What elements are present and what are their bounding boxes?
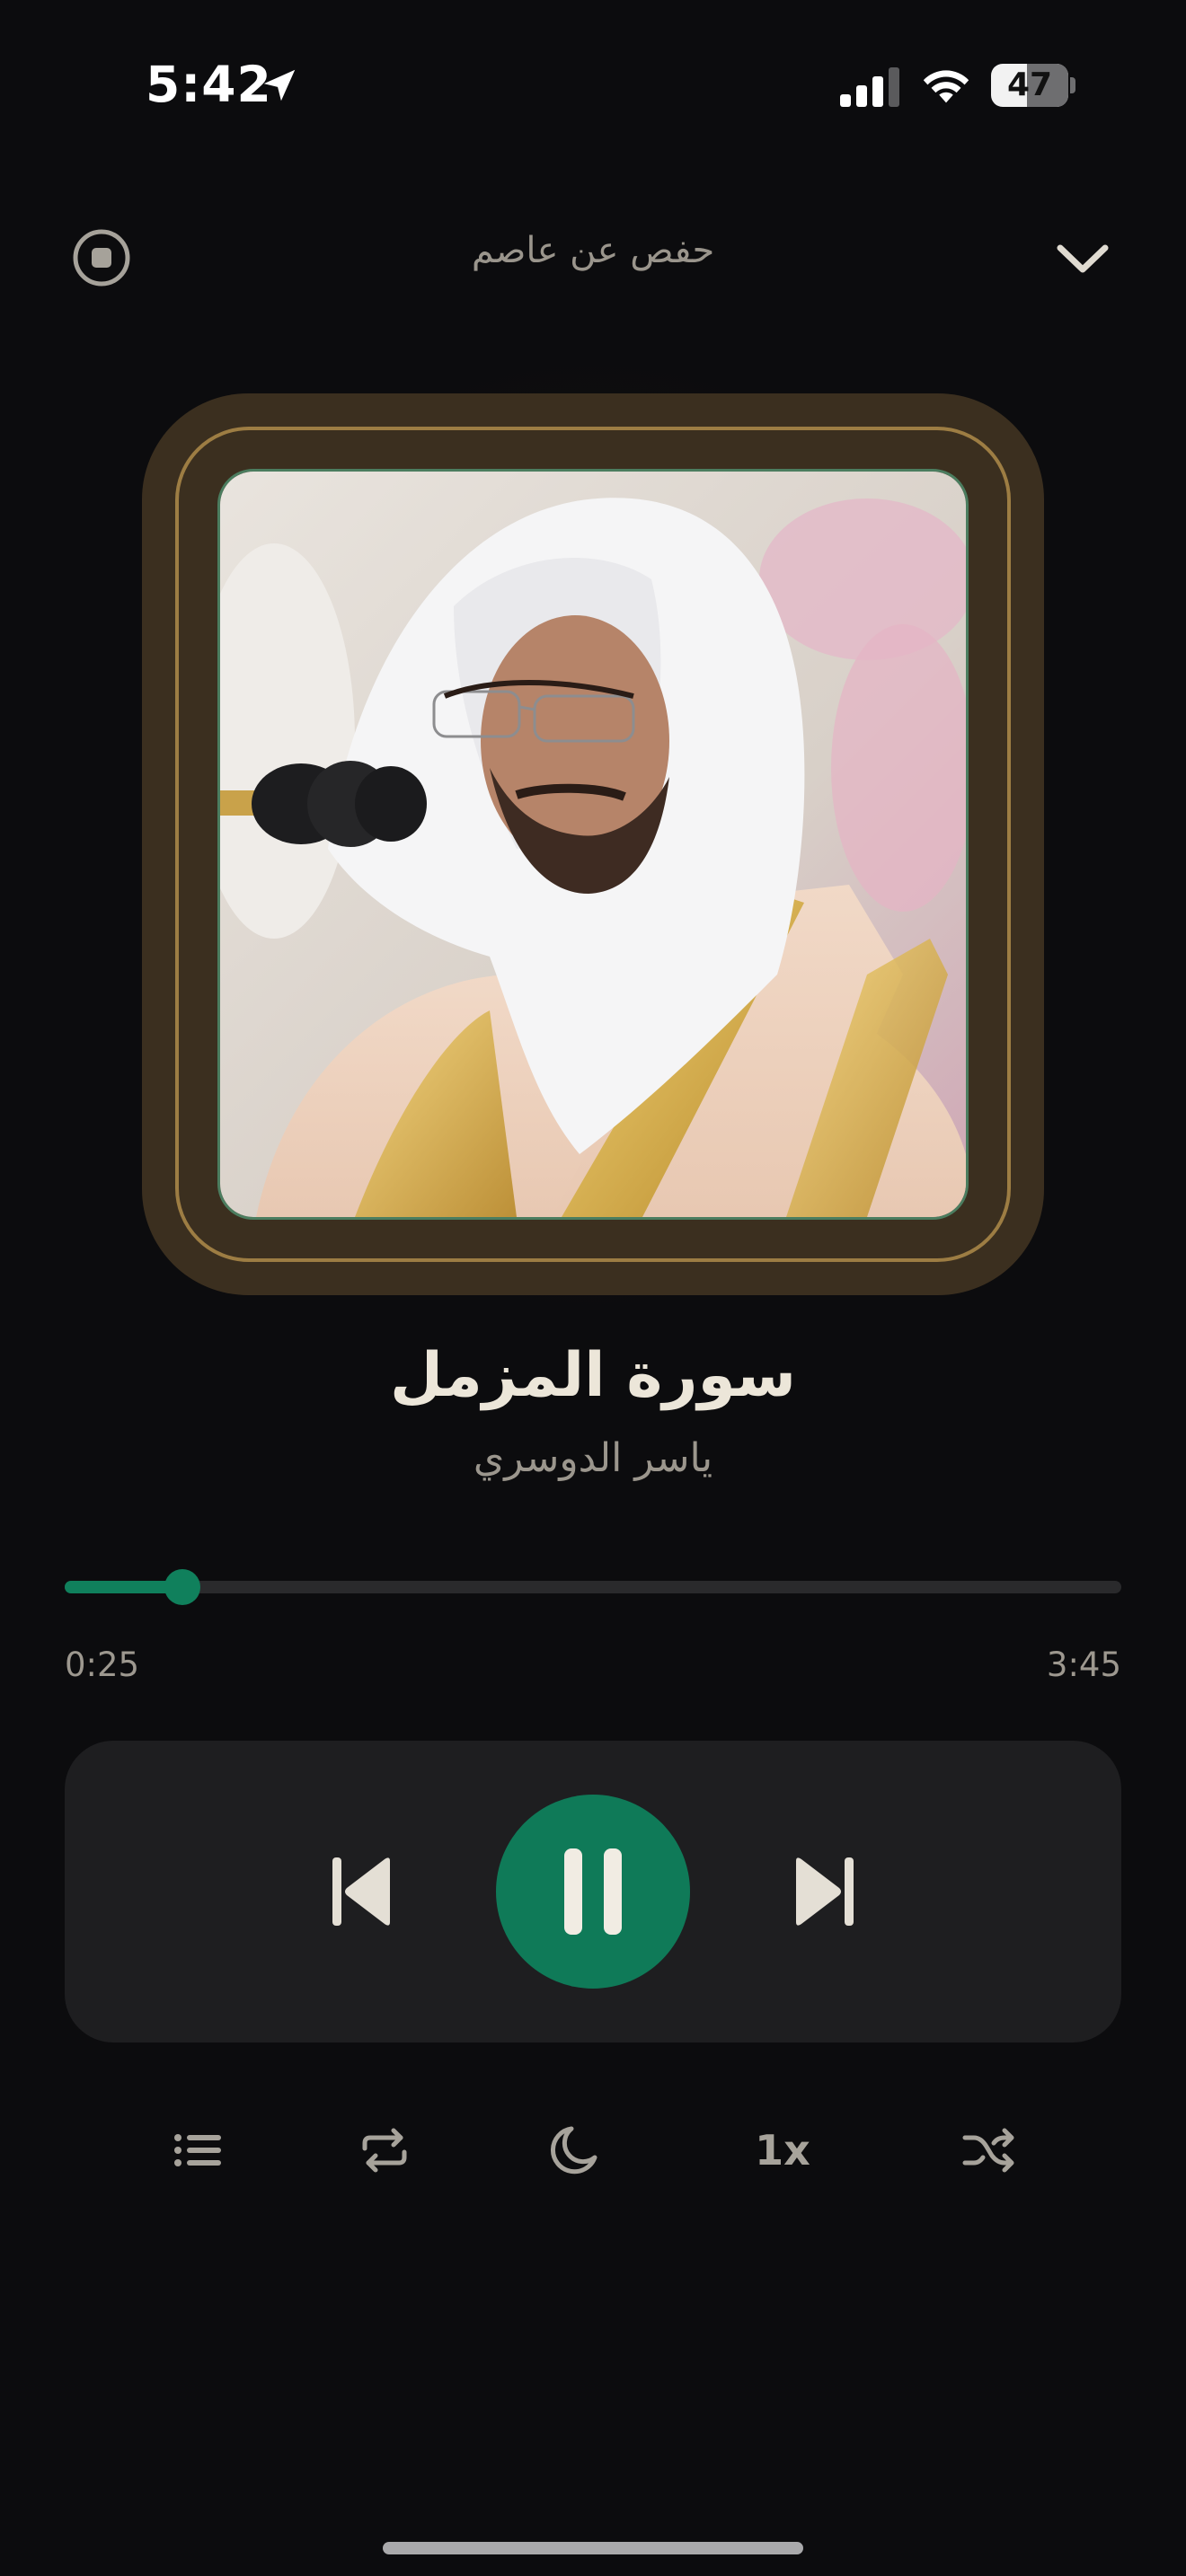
progress-track[interactable]: [65, 1581, 1121, 1593]
riwayah-title: حفص عن عاصم: [471, 230, 715, 271]
repeat-icon[interactable]: [356, 2123, 413, 2177]
total-time: 3:45: [1046, 1645, 1121, 1684]
stop-circle-icon[interactable]: [72, 228, 131, 287]
battery-icon: 47: [991, 64, 1077, 107]
playback-speed-button[interactable]: 1x: [746, 2123, 819, 2177]
current-time: 0:25: [65, 1645, 140, 1684]
wifi-icon: [923, 70, 969, 103]
battery-level: 47: [1006, 66, 1053, 103]
skip-next-icon[interactable]: [792, 1856, 855, 1928]
portrait-image: [220, 472, 966, 1217]
surah-title: سورة المزمل: [390, 1340, 796, 1411]
status-bar: 5:42 47: [0, 0, 1186, 171]
skip-previous-icon[interactable]: [331, 1856, 394, 1928]
cellular-signal-icon: [840, 67, 899, 107]
progress-thumb[interactable]: [164, 1569, 200, 1605]
reciter-name: ياسر الدوسري: [473, 1435, 713, 1481]
home-indicator[interactable]: [383, 2542, 803, 2554]
chevron-down-icon[interactable]: [1051, 235, 1114, 280]
location-arrow-icon: [263, 69, 296, 101]
reciter-portrait: [217, 469, 969, 1220]
pause-icon: [564, 1848, 622, 1935]
shuffle-icon[interactable]: [960, 2123, 1017, 2177]
playlist-icon[interactable]: [169, 2123, 226, 2177]
sleep-timer-moon-icon[interactable]: [544, 2123, 602, 2177]
status-time: 5:42: [146, 56, 272, 113]
pause-button[interactable]: [496, 1795, 690, 1989]
